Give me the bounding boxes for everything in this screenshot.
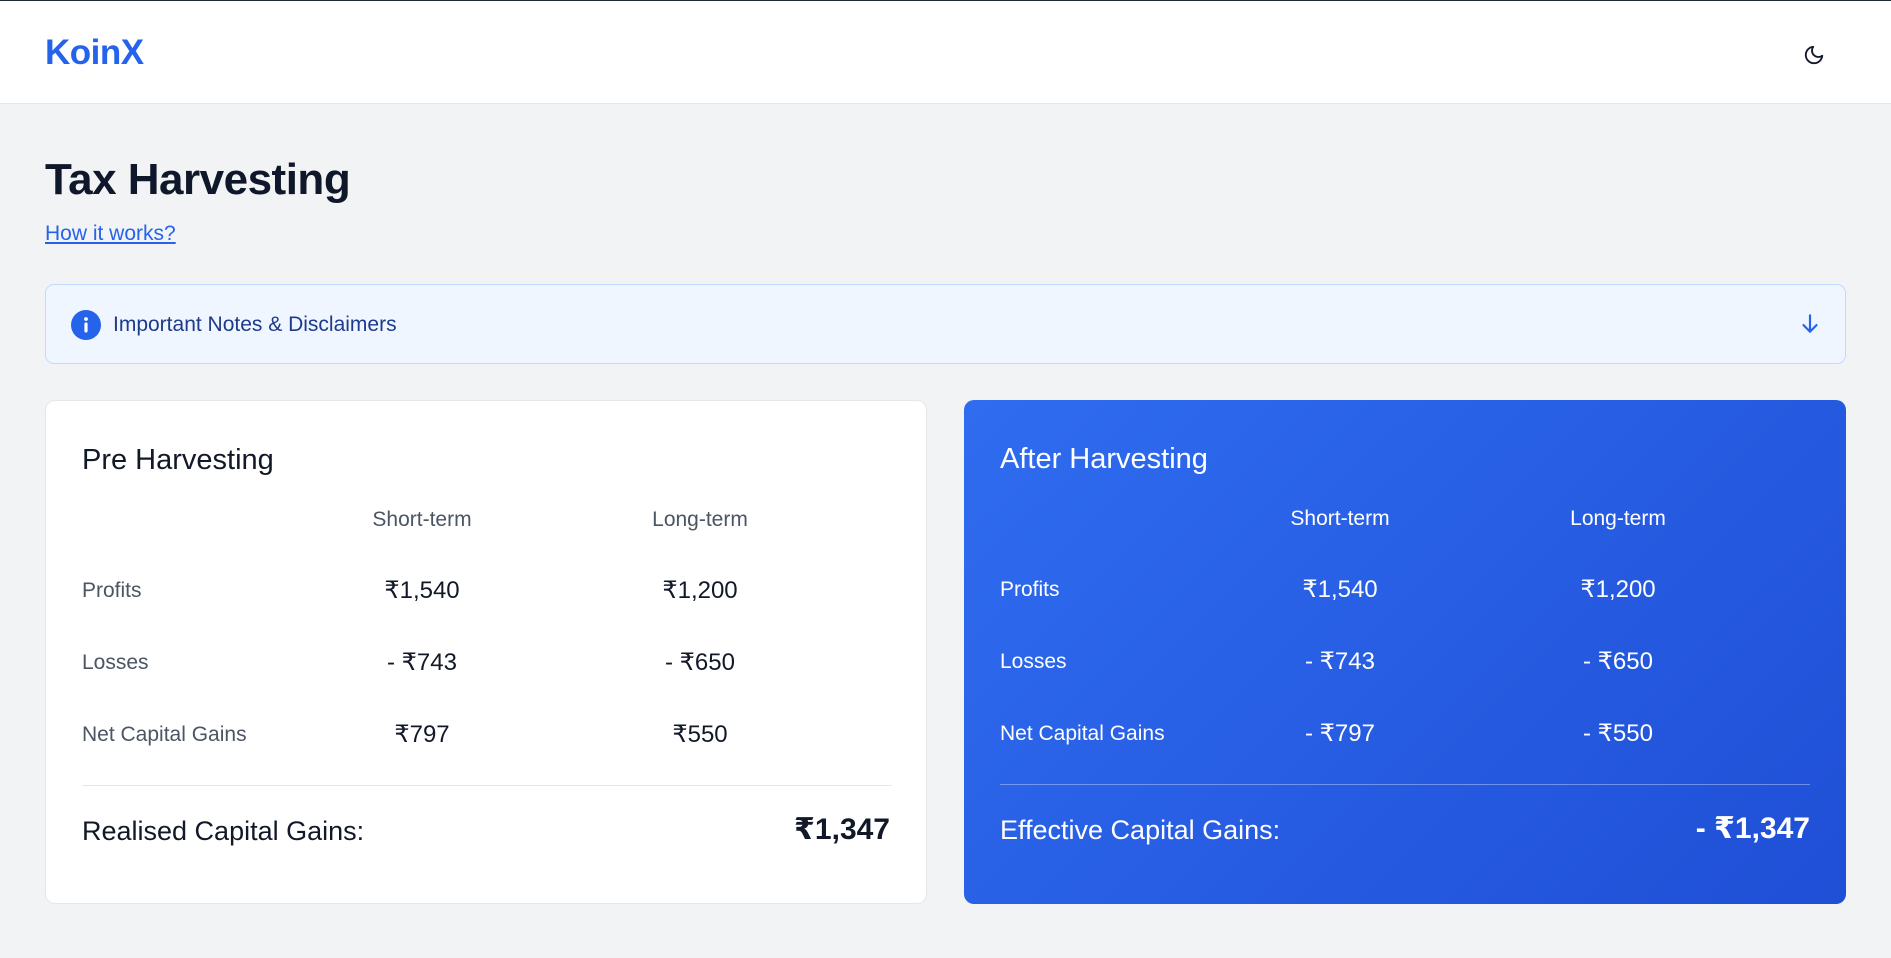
row-label-net-capital-gains: Net Capital Gains [82,723,247,746]
column-header-short-term: Short-term [1290,507,1390,530]
row-label-losses: Losses [1000,650,1067,673]
top-navbar: KoinX [0,0,1891,104]
losses-long-term-value: - ₹650 [665,649,735,676]
koinx-logo[interactable]: KoinX [45,33,144,73]
row-label-profits: Profits [82,579,142,602]
profits-long-term-value: ₹1,200 [662,577,738,604]
important-notes-accordion[interactable]: Important Notes & Disclaimers [45,284,1846,364]
divider [82,785,892,786]
effective-capital-gains-label: Effective Capital Gains: [1000,815,1281,845]
profits-short-term-value: ₹1,540 [1302,576,1378,603]
column-header-long-term: Long-term [652,508,748,531]
after-harvesting-card: After Harvesting Short-term Long-term Pr… [964,400,1846,904]
arrow-down-icon[interactable] [1797,311,1823,337]
theme-toggle-button[interactable] [1796,37,1832,73]
page-title: Tax Harvesting [45,155,351,204]
net-long-term-value: ₹550 [672,721,728,748]
profits-short-term-value: ₹1,540 [384,577,460,604]
net-short-term-value: ₹797 [394,721,450,748]
row-label-profits: Profits [1000,578,1060,601]
how-it-works-link[interactable]: How it works? [45,222,176,246]
info-icon [71,310,101,340]
realised-capital-gains-value: ₹1,347 [794,813,890,846]
row-label-net-capital-gains: Net Capital Gains [1000,722,1165,745]
card-title: After Harvesting [1000,443,1208,475]
realised-capital-gains-label: Realised Capital Gains: [82,816,365,846]
losses-short-term-value: - ₹743 [1305,648,1375,675]
pre-harvesting-card: Pre Harvesting Short-term Long-term Prof… [45,400,927,904]
net-long-term-value: - ₹550 [1583,720,1653,747]
losses-long-term-value: - ₹650 [1583,648,1653,675]
divider [1000,784,1810,785]
card-title: Pre Harvesting [82,444,274,476]
losses-short-term-value: - ₹743 [387,649,457,676]
column-header-short-term: Short-term [372,508,472,531]
row-label-losses: Losses [82,651,149,674]
moon-icon [1804,45,1824,65]
column-header-long-term: Long-term [1570,507,1666,530]
notes-label: Important Notes & Disclaimers [113,313,397,336]
profits-long-term-value: ₹1,200 [1580,576,1656,603]
net-short-term-value: - ₹797 [1305,720,1375,747]
effective-capital-gains-value: - ₹1,347 [1695,812,1810,845]
